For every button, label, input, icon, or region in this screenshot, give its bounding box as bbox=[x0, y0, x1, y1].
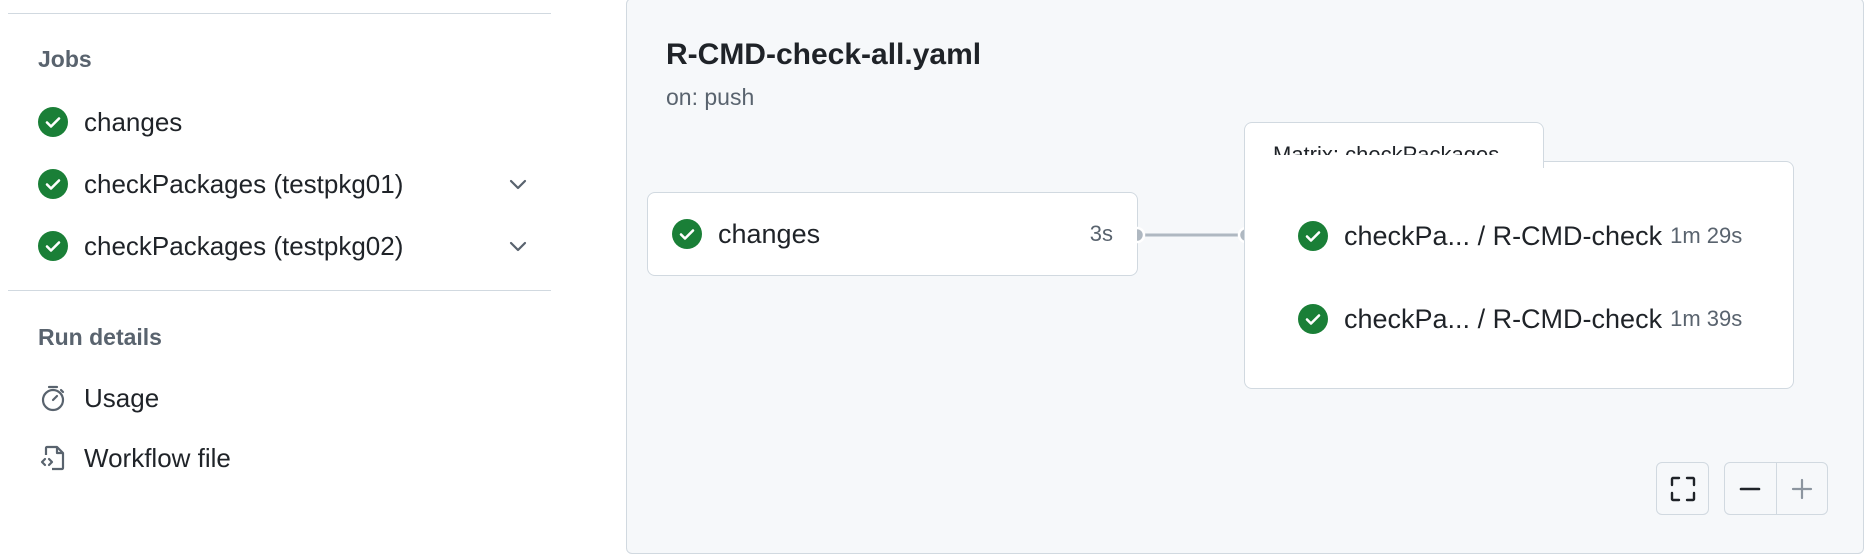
zoom-controls bbox=[1724, 462, 1828, 515]
workflow-title: R-CMD-check-all.yaml bbox=[666, 38, 982, 71]
job-item-label: checkPackages (testpkg02) bbox=[84, 230, 404, 261]
sidebar: Jobs changes checkPackages (testpkg01) c… bbox=[0, 0, 560, 559]
matrix-job-2[interactable]: checkPa... / R-CMD-check 1m 39s bbox=[1298, 299, 1742, 339]
workflow-trigger: on: push bbox=[666, 84, 755, 110]
stopwatch-icon bbox=[41, 385, 65, 412]
run-details-heading: Run details bbox=[38, 324, 162, 350]
matrix-job-duration: 1m 29s bbox=[1670, 223, 1743, 248]
zoom-in-button[interactable] bbox=[1776, 463, 1827, 514]
graph-node-label: changes bbox=[718, 218, 821, 249]
jobs-heading: Jobs bbox=[38, 46, 92, 72]
job-item-label: changes bbox=[84, 106, 183, 137]
chevron-down-icon[interactable] bbox=[506, 234, 530, 258]
workflow-file-link[interactable]: Workflow file bbox=[30, 434, 530, 482]
minus-icon bbox=[1739, 487, 1761, 490]
fullscreen-icon bbox=[1670, 476, 1695, 501]
workflow-file-label: Workflow file bbox=[84, 442, 231, 473]
matrix-tab-join bbox=[1245, 155, 1543, 167]
success-check-icon bbox=[38, 231, 68, 261]
matrix-job-1[interactable]: checkPa... / R-CMD-check 1m 29s bbox=[1298, 216, 1742, 256]
graph-connector bbox=[1137, 226, 1255, 244]
usage-link[interactable]: Usage bbox=[30, 374, 530, 422]
chevron-down-icon[interactable] bbox=[506, 172, 530, 196]
success-check-icon bbox=[672, 219, 702, 249]
divider-middle bbox=[8, 290, 551, 291]
success-check-icon bbox=[1298, 304, 1328, 334]
matrix-job-name: checkPa... / R-CMD-check bbox=[1344, 220, 1663, 251]
job-item-testpkg01[interactable]: checkPackages (testpkg01) bbox=[30, 160, 530, 208]
matrix-job-name: checkPa... / R-CMD-check bbox=[1344, 303, 1663, 334]
job-item-changes[interactable]: changes bbox=[30, 98, 530, 146]
success-check-icon bbox=[38, 169, 68, 199]
plus-icon bbox=[1791, 478, 1812, 499]
job-item-testpkg02[interactable]: checkPackages (testpkg02) bbox=[30, 222, 530, 270]
job-item-label: checkPackages (testpkg01) bbox=[84, 168, 404, 199]
fullscreen-button[interactable] bbox=[1656, 462, 1709, 515]
matrix-group bbox=[1244, 161, 1794, 389]
divider-top bbox=[8, 13, 551, 14]
success-check-icon bbox=[1298, 221, 1328, 251]
zoom-out-button[interactable] bbox=[1725, 463, 1776, 514]
success-check-icon bbox=[38, 107, 68, 137]
graph-node-changes[interactable]: changes 3s bbox=[647, 192, 1138, 276]
graph-node-duration: 3s bbox=[1089, 221, 1113, 246]
usage-label: Usage bbox=[84, 382, 160, 413]
file-code-icon bbox=[40, 445, 65, 471]
matrix-job-duration: 1m 39s bbox=[1670, 306, 1743, 331]
